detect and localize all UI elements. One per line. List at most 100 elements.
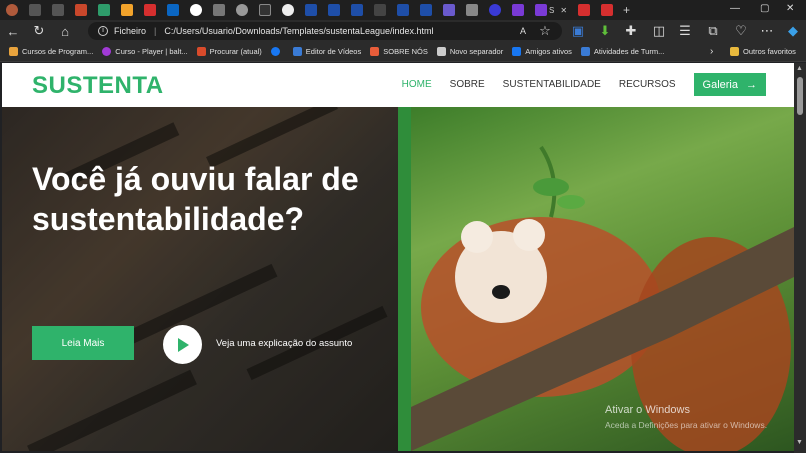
workspaces-icon[interactable]: [29, 4, 41, 16]
hero-red-panda-image: [411, 107, 794, 451]
other-bookmarks-folder[interactable]: Outros favoritos: [730, 47, 796, 56]
tab-favicon[interactable]: [443, 4, 455, 16]
url-text[interactable]: C:/Users/Usuario/Downloads/Templates/sus…: [164, 26, 433, 36]
favorites-icon[interactable]: ☰: [672, 23, 698, 39]
tab-favicon[interactable]: [144, 4, 156, 16]
bookmark-favicon-icon: [580, 47, 590, 56]
minimize-icon[interactable]: —: [730, 3, 740, 14]
arrow-right-icon: →: [746, 78, 757, 91]
tab-favicon[interactable]: [236, 4, 248, 16]
refresh-icon[interactable]: ↻: [26, 23, 52, 39]
facebook-icon: [512, 47, 522, 56]
main-nav: HOME SOBRE SUSTENTABILIDADE RECURSOS Gal…: [384, 73, 766, 96]
bookmark-item[interactable]: SOBRE NÓS: [370, 47, 428, 56]
bookmark-item[interactable]: Atividades de Turm...: [580, 47, 665, 56]
play-icon: [177, 337, 189, 352]
extension-icon[interactable]: ▣: [565, 23, 591, 39]
extensions-icon[interactable]: ✚: [618, 23, 644, 39]
scroll-down-icon[interactable]: ▼: [796, 439, 803, 446]
copilot-icon[interactable]: ◆: [780, 23, 806, 39]
windows-activation-title: Ativar o Windows: [605, 404, 690, 416]
browser-essentials-icon[interactable]: ♡: [728, 23, 754, 39]
split-screen-icon[interactable]: ◫: [646, 23, 672, 39]
page-scrollbar[interactable]: ▲ ▼: [794, 63, 806, 453]
home-icon[interactable]: ⌂: [52, 24, 78, 39]
tab-favicon[interactable]: [397, 4, 409, 16]
tab-favicon[interactable]: [98, 4, 110, 16]
play-video-button[interactable]: [163, 325, 202, 364]
back-arrow-icon[interactable]: ←: [0, 24, 26, 39]
bookmark-item[interactable]: Novo separador: [436, 47, 504, 56]
tab-favicon[interactable]: [259, 4, 271, 16]
info-icon[interactable]: i: [98, 26, 108, 36]
tab-favicon[interactable]: [374, 4, 386, 16]
bookmark-label: Amigos ativos: [525, 47, 572, 56]
hero-title: Você já ouviu falar de sustentabilidade?: [32, 161, 359, 237]
bookmark-item[interactable]: Curso - Player | balt...: [102, 47, 188, 56]
tab-favicon[interactable]: [305, 4, 317, 16]
tab-favicon[interactable]: [420, 4, 432, 16]
bookmark-favicon-icon: [9, 47, 18, 56]
nav-sobre[interactable]: SOBRE: [450, 79, 485, 90]
tab-favicon[interactable]: [601, 4, 614, 16]
video-explanation-label[interactable]: Veja uma explicação do assunto: [216, 338, 352, 349]
bookmark-label: Atividades de Turm...: [593, 47, 665, 56]
active-tab-label[interactable]: S: [549, 6, 554, 15]
nav-home[interactable]: HOME: [402, 79, 432, 90]
other-bookmarks-label: Outros favoritos: [743, 47, 796, 56]
bookmark-item[interactable]: [270, 47, 284, 56]
bookmark-item[interactable]: Editor de Vídeos: [292, 47, 361, 56]
bookmark-item[interactable]: Amigos ativos: [512, 47, 572, 56]
active-tab-favicon[interactable]: [535, 4, 547, 16]
close-window-icon[interactable]: ✕: [786, 3, 794, 14]
tab-favicon[interactable]: [282, 4, 294, 16]
galeria-button[interactable]: Galeria →: [693, 73, 766, 96]
tab-favicon[interactable]: [489, 4, 501, 16]
bookmark-item[interactable]: Procurar (atual): [196, 47, 262, 56]
tab-favicon[interactable]: [75, 4, 87, 16]
tab-actions-icon[interactable]: [52, 4, 64, 16]
bookmark-item[interactable]: Cursos de Program...: [9, 47, 93, 56]
folder-icon: [730, 47, 739, 56]
scroll-thumb[interactable]: [797, 77, 803, 115]
address-bar[interactable]: i Ficheiro | C:/Users/Usuario/Downloads/…: [88, 22, 562, 40]
tab-favicon[interactable]: [578, 4, 591, 16]
bookmark-label: SOBRE NÓS: [383, 47, 428, 56]
bookmark-favicon-icon: [196, 47, 206, 56]
site-logo[interactable]: SUSTENTA: [32, 72, 164, 100]
nav-recursos[interactable]: RECURSOS: [619, 79, 676, 90]
favorite-star-icon[interactable]: ☆: [532, 23, 558, 39]
site-header: SUSTENTA HOME SOBRE SUSTENTABILIDADE REC…: [2, 63, 794, 107]
tab-favicon[interactable]: [512, 4, 524, 16]
windows-activation-subtitle: Aceda a Definições para ativar o Windows…: [605, 420, 768, 430]
tab-favicon[interactable]: [328, 4, 340, 16]
new-tab-icon[interactable]: +: [623, 3, 630, 17]
tab-close-icon[interactable]: ✕: [560, 6, 567, 15]
leia-mais-button[interactable]: Leia Mais: [32, 326, 134, 360]
tab-favicon[interactable]: [466, 4, 478, 16]
bookmark-label: Procurar (atual): [209, 47, 262, 56]
maximize-icon[interactable]: ▢: [760, 3, 769, 14]
hero-divider: [398, 107, 411, 451]
profile-avatar[interactable]: [6, 4, 18, 16]
bookmark-label: Novo separador: [449, 47, 504, 56]
facebook-icon: [270, 47, 280, 56]
tab-favicon[interactable]: [167, 4, 179, 16]
chevron-right-icon[interactable]: ›: [710, 46, 713, 57]
address-toolbar: ← ↻ ⌂ i Ficheiro | C:/Users/Usuario/Down…: [0, 20, 806, 42]
scroll-up-icon[interactable]: ▲: [796, 65, 803, 72]
tab-favicon[interactable]: [213, 4, 225, 16]
tab-favicon[interactable]: [190, 4, 202, 16]
tab-favicon[interactable]: [121, 4, 133, 16]
nav-sustentabilidade[interactable]: SUSTENTABILIDADE: [503, 79, 601, 90]
browser-tab-strip: S ✕ + — ▢ ✕: [0, 0, 806, 20]
red-panda-illustration: [411, 145, 794, 451]
galeria-label: Galeria: [702, 78, 738, 91]
bookmark-label: Cursos de Program...: [22, 47, 94, 56]
collections-icon[interactable]: ⧉: [700, 23, 726, 39]
more-options-icon[interactable]: ⋯: [754, 23, 780, 39]
download-extension-icon[interactable]: ⬇: [592, 23, 618, 39]
protocol-label: Ficheiro: [114, 26, 147, 36]
video-editor-icon: [292, 47, 302, 56]
tab-favicon[interactable]: [351, 4, 363, 16]
